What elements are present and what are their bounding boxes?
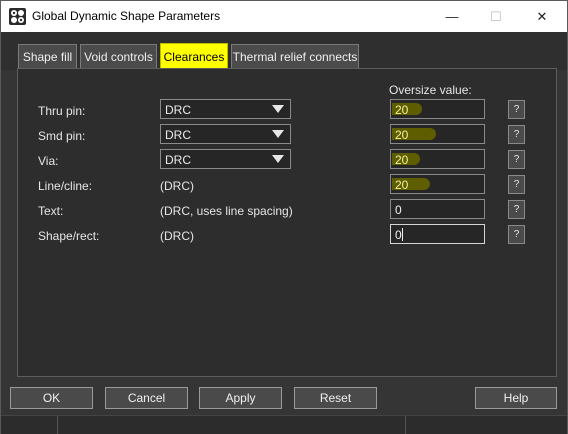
tab-thermal-relief-connects[interactable]: Thermal relief connects xyxy=(231,44,359,68)
thru-pin-select[interactable]: DRC xyxy=(160,99,291,119)
line-cline-value: (DRC) xyxy=(160,179,194,193)
shape-rect-oversize-value: 0 xyxy=(395,228,402,242)
tab-void-controls[interactable]: Void controls xyxy=(80,44,157,68)
text-cursor xyxy=(402,228,403,241)
ok-button[interactable]: OK xyxy=(10,387,93,409)
via-label: Via: xyxy=(38,154,59,168)
apply-button[interactable]: Apply xyxy=(199,387,282,409)
text-oversize-value: 0 xyxy=(395,203,402,217)
tab-clearances[interactable]: Clearances xyxy=(160,43,228,69)
help-button[interactable]: Help xyxy=(475,387,557,409)
smd-pin-label: Smd pin: xyxy=(38,129,86,143)
dialog-window: Global Dynamic Shape Parameters — ☐ ✕ Sh… xyxy=(0,0,568,434)
shape-rect-value: (DRC) xyxy=(160,229,194,243)
smd-pin-help-button[interactable]: ? xyxy=(508,125,525,144)
text-label: Text: xyxy=(38,204,64,218)
minimize-button[interactable]: — xyxy=(429,1,475,32)
shape-rect-label: Shape/rect: xyxy=(38,229,100,243)
via-help-button[interactable]: ? xyxy=(508,150,525,169)
minimize-icon: — xyxy=(445,9,459,24)
clearances-panel: Oversize value: Thru pin: DRC 20 ? Smd p… xyxy=(17,68,557,377)
text-help-button[interactable]: ? xyxy=(508,200,525,219)
thru-pin-label: Thru pin: xyxy=(38,104,86,118)
smd-pin-select[interactable]: DRC xyxy=(160,124,291,144)
maximize-button[interactable]: ☐ xyxy=(473,1,519,32)
line-cline-label: Line/cline: xyxy=(38,179,93,193)
via-oversize-field[interactable]: 20 xyxy=(390,149,485,169)
shape-rect-help-button[interactable]: ? xyxy=(508,225,525,244)
thru-pin-value: DRC xyxy=(165,103,191,117)
app-icon xyxy=(9,8,26,25)
maximize-icon: ☐ xyxy=(490,8,502,24)
tab-strip: Shape fill Void controls Clearances Ther… xyxy=(1,32,567,70)
via-select[interactable]: DRC xyxy=(160,149,291,169)
chevron-down-icon xyxy=(272,155,284,163)
thru-pin-oversize-field[interactable]: 20 xyxy=(390,99,485,119)
status-segment xyxy=(1,416,58,434)
line-cline-help-button[interactable]: ? xyxy=(508,175,525,194)
reset-button[interactable]: Reset xyxy=(294,387,377,409)
smd-pin-value: DRC xyxy=(165,128,191,142)
line-cline-oversize-value: 20 xyxy=(395,178,409,192)
chevron-down-icon xyxy=(272,130,284,138)
text-oversize-field[interactable]: 0 xyxy=(390,199,485,219)
smd-pin-oversize-field[interactable]: 20 xyxy=(390,124,485,144)
close-icon: ✕ xyxy=(536,8,548,24)
tab-shape-fill[interactable]: Shape fill xyxy=(18,44,77,68)
via-value: DRC xyxy=(165,153,191,167)
close-button[interactable]: ✕ xyxy=(519,1,565,32)
cancel-button[interactable]: Cancel xyxy=(105,387,188,409)
chevron-down-icon xyxy=(272,105,284,113)
status-bar xyxy=(1,415,567,434)
title-bar: Global Dynamic Shape Parameters — ☐ ✕ xyxy=(1,1,567,32)
text-value: (DRC, uses line spacing) xyxy=(160,204,293,218)
smd-pin-oversize-value: 20 xyxy=(395,128,409,142)
line-cline-oversize-field[interactable]: 20 xyxy=(390,174,485,194)
status-segment xyxy=(57,416,406,434)
oversize-header: Oversize value: xyxy=(389,83,472,97)
thru-pin-help-button[interactable]: ? xyxy=(508,100,525,119)
via-oversize-value: 20 xyxy=(395,153,409,167)
shape-rect-oversize-field[interactable]: 0 xyxy=(390,224,485,244)
thru-pin-oversize-value: 20 xyxy=(395,103,409,117)
window-title: Global Dynamic Shape Parameters xyxy=(32,9,221,23)
